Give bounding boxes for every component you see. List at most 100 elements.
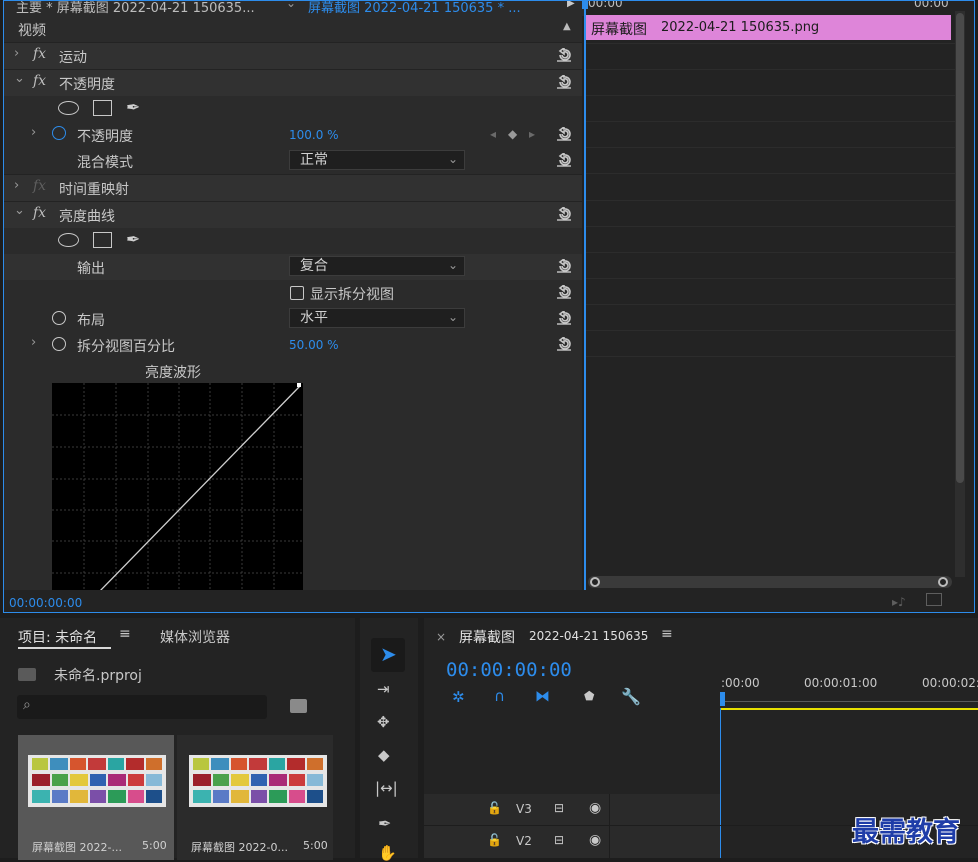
panel-menu-icon[interactable]: ≡ [661, 626, 673, 642]
fx-icon[interactable]: fx [33, 46, 46, 62]
effect-row-opacity[interactable]: ⌄ fx 不透明度 [4, 70, 582, 96]
reset-icon[interactable] [556, 207, 572, 221]
vertical-scrollbar[interactable] [955, 11, 965, 577]
reset-icon[interactable] [556, 153, 572, 167]
rectangle-mask-icon[interactable] [93, 232, 112, 248]
reset-icon[interactable] [556, 311, 572, 325]
chevron-right-icon[interactable]: › [31, 335, 36, 350]
audio-only-icon[interactable]: ▸♪ [892, 595, 906, 609]
linked-selection-icon[interactable]: ⧓ [535, 687, 550, 705]
slip-tool-icon[interactable]: |↔| [375, 779, 398, 797]
nest-toggle-icon[interactable]: ✲ [452, 688, 465, 706]
track-select-icon[interactable]: ⇥ [377, 680, 390, 698]
scrollbar-thumb[interactable] [956, 13, 964, 483]
ruler-label: 00:00:01:00 [804, 676, 878, 690]
reset-icon[interactable] [556, 259, 572, 273]
sequence-title[interactable]: 屏幕截图 [459, 627, 515, 647]
project-file-name: 未命名.prproj [54, 668, 142, 684]
close-icon[interactable]: × [436, 630, 446, 644]
reset-icon[interactable] [556, 285, 572, 299]
playhead-handle[interactable] [582, 1, 588, 9]
tab-main-sequence[interactable]: 主要 * 屏幕截图 2022-04-21 150635... [16, 1, 255, 16]
mask-tools-row: ✒ [4, 228, 582, 254]
sync-lock-icon[interactable]: ⊟ [554, 801, 564, 815]
collapse-up-icon[interactable]: ▲ [563, 21, 571, 32]
rectangle-mask-icon[interactable] [93, 100, 112, 116]
add-keyframe-icon[interactable]: ◆ [508, 127, 517, 141]
effect-row-time-remap[interactable]: › fx 时间重映射 [4, 175, 582, 201]
reset-icon[interactable] [556, 75, 572, 89]
track-header-v3[interactable]: 🔓 V3 ⊟ ◉ [424, 794, 720, 825]
project-panel: 项目: 未命名 ≡ 媒体浏览器 未命名.prproj ⌕ 屏幕截图 2022-.… [0, 618, 355, 860]
chevron-down-icon[interactable]: ⌄ [14, 71, 25, 86]
timeline-playhead-line[interactable] [720, 708, 721, 858]
pen-mask-icon[interactable]: ✒ [126, 230, 140, 250]
ruler-ticks [722, 701, 978, 702]
blend-mode-dropdown[interactable]: 正常 ⌄ [289, 150, 465, 170]
ellipse-mask-icon[interactable] [58, 101, 79, 115]
fx-icon[interactable]: fx [33, 73, 46, 89]
chevron-down-icon[interactable]: ⌄ [286, 1, 296, 10]
project-item-thumbnail[interactable]: 屏幕截图 2022-0... 5:00 [177, 735, 333, 860]
current-timecode[interactable]: 00:00:00:00 [9, 596, 82, 610]
pen-tool-icon[interactable]: ✒ [378, 814, 391, 833]
export-frame-icon[interactable] [926, 593, 942, 606]
clip-bar[interactable]: 屏幕截图 2022-04-21 150635.png [586, 15, 951, 40]
reset-icon[interactable] [556, 337, 572, 351]
eye-icon[interactable]: ◉ [589, 832, 601, 848]
prev-keyframe-icon[interactable]: ◂ [490, 127, 496, 141]
pen-mask-icon[interactable]: ✒ [126, 98, 140, 118]
snap-magnet-icon[interactable]: ∩ [494, 687, 505, 705]
zoom-handle-right[interactable] [938, 577, 948, 587]
fx-icon[interactable]: fx [33, 205, 46, 221]
ellipse-mask-icon[interactable] [58, 233, 79, 247]
split-view-checkbox[interactable] [290, 286, 304, 300]
chevron-right-icon[interactable]: › [14, 178, 19, 193]
chevron-right-icon[interactable]: › [14, 46, 19, 61]
effect-row-motion[interactable]: › fx 运动 [4, 43, 582, 69]
effect-row-luma-curve[interactable]: ⌄ fx 亮度曲线 [4, 202, 582, 228]
track-header-v2[interactable]: 🔓 V2 ⊟ ◉ [424, 826, 720, 857]
luma-curve-graph[interactable] [52, 383, 303, 590]
stopwatch-icon[interactable] [52, 337, 66, 351]
playhead-line[interactable] [584, 1, 586, 590]
lock-icon[interactable]: 🔓 [487, 801, 502, 815]
razor-tool-icon[interactable]: ◆ [378, 746, 390, 764]
chevron-down-icon[interactable]: ⌄ [14, 203, 25, 218]
tab-project[interactable]: 项目: 未命名 [18, 627, 97, 647]
chevron-right-icon[interactable]: › [31, 125, 36, 140]
sequence-detail[interactable]: 2022-04-21 150635 [529, 629, 648, 643]
next-keyframe-icon[interactable]: ▸ [529, 127, 535, 141]
selection-tool-button[interactable]: ➤ [371, 638, 405, 672]
tab-media-browser[interactable]: 媒体浏览器 [160, 627, 230, 647]
add-marker-icon[interactable]: ⬟ [584, 689, 594, 703]
timeline-playhead-handle[interactable] [720, 692, 725, 706]
eye-icon[interactable]: ◉ [589, 800, 601, 816]
reset-icon[interactable] [556, 48, 572, 62]
play-arrow-icon[interactable]: ▶ [567, 1, 575, 9]
work-area-bar[interactable] [720, 708, 978, 710]
reset-icon[interactable] [556, 127, 572, 141]
opacity-property-row: › 不透明度 100.0 % ◂ ◆ ▸ [4, 122, 582, 148]
zoom-handle-left[interactable] [590, 577, 600, 587]
panel-menu-icon[interactable]: ≡ [119, 626, 131, 642]
opacity-value[interactable]: 100.0 % [289, 128, 339, 142]
item-duration: 5:00 [142, 839, 167, 852]
layout-dropdown[interactable]: 水平 ⌄ [289, 308, 465, 328]
project-item-thumbnail[interactable]: 屏幕截图 2022-... 5:00 [18, 735, 174, 860]
split-percent-value[interactable]: 50.00 % [289, 338, 339, 352]
output-dropdown[interactable]: 复合 ⌄ [289, 256, 465, 276]
hand-tool-icon[interactable]: ✋ [378, 844, 397, 862]
stopwatch-icon[interactable] [52, 126, 66, 140]
tab-clip[interactable]: 屏幕截图 2022-04-21 150635 * ... [308, 1, 521, 16]
wrench-settings-icon[interactable]: 🔧 [621, 687, 641, 706]
lock-icon[interactable]: 🔓 [487, 833, 502, 847]
ripple-edit-icon[interactable]: ✥ [377, 713, 390, 731]
zoom-scrollbar[interactable] [588, 576, 952, 588]
search-input[interactable]: ⌕ [17, 695, 267, 719]
stopwatch-icon[interactable] [52, 311, 66, 325]
sync-lock-icon[interactable]: ⊟ [554, 833, 564, 847]
timeline-timecode[interactable]: 00:00:00:00 [446, 659, 572, 681]
new-bin-icon[interactable] [290, 699, 307, 713]
thumbnail-image [28, 755, 166, 807]
